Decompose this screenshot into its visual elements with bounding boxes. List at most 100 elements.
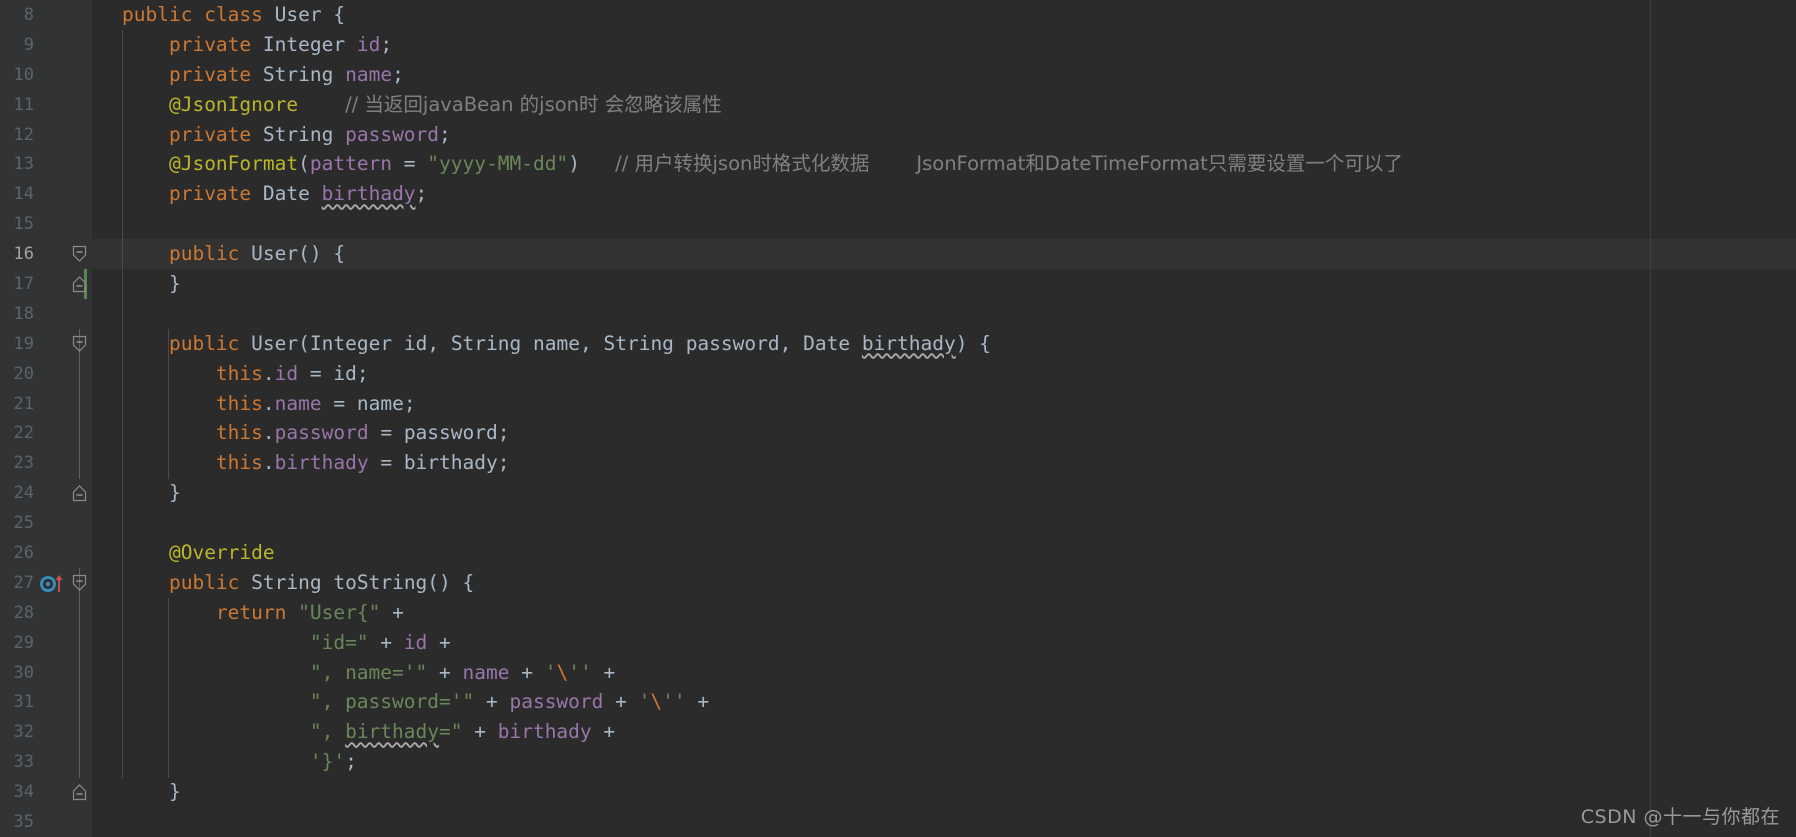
code-line[interactable]: this.name = name; <box>92 389 1796 419</box>
overrides-method-icon[interactable] <box>40 573 63 593</box>
code-line[interactable]: '}'; <box>92 747 1796 777</box>
gutter-row: 33 <box>0 747 92 777</box>
code-line[interactable]: ", birthady=" + birthady + <box>92 717 1796 747</box>
line-number: 12 <box>13 124 34 145</box>
watermark: CSDN @十一与你都在 <box>1580 806 1780 828</box>
line-number: 9 <box>23 34 34 55</box>
gutter-row: 31 <box>0 687 92 717</box>
line-number: 24 <box>13 483 34 504</box>
code-editor[interactable]: 8 9 10 11 12 13 14 15 16 17 18 19 20 21 … <box>0 0 1796 837</box>
code-line[interactable]: this.password = password; <box>92 418 1796 448</box>
line-number: 19 <box>13 333 34 354</box>
code-line[interactable]: private String password; <box>92 120 1796 150</box>
line-number: 14 <box>13 184 34 205</box>
code-line[interactable]: } <box>92 478 1796 508</box>
line-number: 25 <box>13 513 34 534</box>
gutter-row: 27 <box>0 568 92 598</box>
gutter-row: 28 <box>0 598 92 628</box>
inline-comment: // 当返回javaBean 的json时 会忽略该属性 <box>345 92 722 116</box>
line-number: 26 <box>13 542 34 563</box>
code-line[interactable]: @Override <box>92 538 1796 568</box>
code-line[interactable] <box>92 299 1796 329</box>
code-line-current[interactable]: public User() { <box>92 239 1796 270</box>
gutter-row: 23 <box>0 448 92 478</box>
line-number: 29 <box>13 632 34 653</box>
line-number: 8 <box>23 4 34 25</box>
code-line[interactable]: } <box>92 269 1796 299</box>
code-line[interactable]: return "User{" + <box>92 598 1796 628</box>
line-number: 21 <box>13 393 34 414</box>
gutter-row-current: 16 <box>0 239 92 270</box>
line-number: 31 <box>13 692 34 713</box>
line-number: 34 <box>13 782 34 803</box>
code-line[interactable]: ", password='" + password + '\'' + <box>92 687 1796 717</box>
line-number: 28 <box>13 602 34 623</box>
gutter-row: 10 <box>0 60 92 90</box>
gutter-row: 9 <box>0 30 92 60</box>
fold-collapse-icon[interactable] <box>72 245 87 263</box>
code-line[interactable]: private Integer id; <box>92 30 1796 60</box>
code-line[interactable]: public String toString() { <box>92 568 1796 598</box>
code-line[interactable]: } <box>92 777 1796 807</box>
code-line[interactable] <box>92 807 1796 837</box>
inline-comment-b: JsonFormat和DateTimeFormat只需要设置一个可以了 <box>916 152 1403 176</box>
gutter-row: 35 <box>0 807 92 837</box>
fold-collapse-icon[interactable] <box>72 335 87 353</box>
right-margin-guide <box>1650 0 1651 837</box>
code-line[interactable]: private String name; <box>92 60 1796 90</box>
line-number: 32 <box>13 722 34 743</box>
line-number: 23 <box>13 453 34 474</box>
line-number: 30 <box>13 662 34 683</box>
line-number: 11 <box>13 94 34 115</box>
gutter-row: 15 <box>0 209 92 239</box>
gutter-row: 20 <box>0 359 92 389</box>
gutter-row: 14 <box>0 179 92 209</box>
gutter-row: 29 <box>0 628 92 658</box>
code-line[interactable]: ", name='" + name + '\'' + <box>92 658 1796 688</box>
fold-end-icon[interactable] <box>72 484 87 502</box>
line-number: 35 <box>13 811 34 832</box>
code-line[interactable]: @JsonIgnore // 当返回javaBean 的json时 会忽略该属性 <box>92 90 1796 120</box>
code-line[interactable] <box>92 209 1796 239</box>
fold-end-icon[interactable] <box>72 783 87 801</box>
line-number: 27 <box>13 572 34 593</box>
code-content[interactable]: public class User { private Integer id; … <box>92 0 1796 837</box>
gutter-row: 34 <box>0 777 92 807</box>
line-number-active: 16 <box>13 244 34 265</box>
line-number: 10 <box>13 64 34 85</box>
code-line[interactable]: public class User { <box>92 0 1796 30</box>
gutter-row: 8 <box>0 0 92 30</box>
gutter-row: 25 <box>0 508 92 538</box>
gutter-row: 12 <box>0 120 92 150</box>
code-line[interactable]: @JsonFormat(pattern = "yyyy-MM-dd") // 用… <box>92 149 1796 179</box>
line-number: 20 <box>13 363 34 384</box>
code-line[interactable]: public User(Integer id, String name, Str… <box>92 329 1796 359</box>
code-line[interactable] <box>92 508 1796 538</box>
gutter-row: 22 <box>0 418 92 448</box>
inline-comment-a: // 用户转换json时格式化数据 <box>615 152 870 176</box>
gutter-row: 13 <box>0 149 92 179</box>
gutter-row: 19 <box>0 329 92 359</box>
gutter-row: 17 <box>0 269 92 299</box>
indent-guide <box>168 329 169 479</box>
line-number: 22 <box>13 423 34 444</box>
gutter-row: 30 <box>0 658 92 688</box>
line-number: 13 <box>13 154 34 175</box>
gutter-row: 32 <box>0 717 92 747</box>
fold-end-icon[interactable] <box>72 275 87 293</box>
line-number: 15 <box>13 214 34 235</box>
code-line[interactable]: "id=" + id + <box>92 628 1796 658</box>
fold-collapse-icon[interactable] <box>72 574 87 592</box>
gutter-row: 11 <box>0 90 92 120</box>
gutter-row: 24 <box>0 478 92 508</box>
editor-gutter[interactable]: 8 9 10 11 12 13 14 15 16 17 18 19 20 21 … <box>0 0 92 837</box>
indent-guide <box>122 30 123 778</box>
code-line[interactable]: this.id = id; <box>92 359 1796 389</box>
code-line[interactable]: private Date birthady; <box>92 179 1796 209</box>
line-number: 33 <box>13 752 34 773</box>
code-line[interactable]: this.birthady = birthady; <box>92 448 1796 478</box>
gutter-row: 18 <box>0 299 92 329</box>
line-number: 18 <box>13 303 34 324</box>
gutter-row: 26 <box>0 538 92 568</box>
indent-guide <box>168 598 169 778</box>
